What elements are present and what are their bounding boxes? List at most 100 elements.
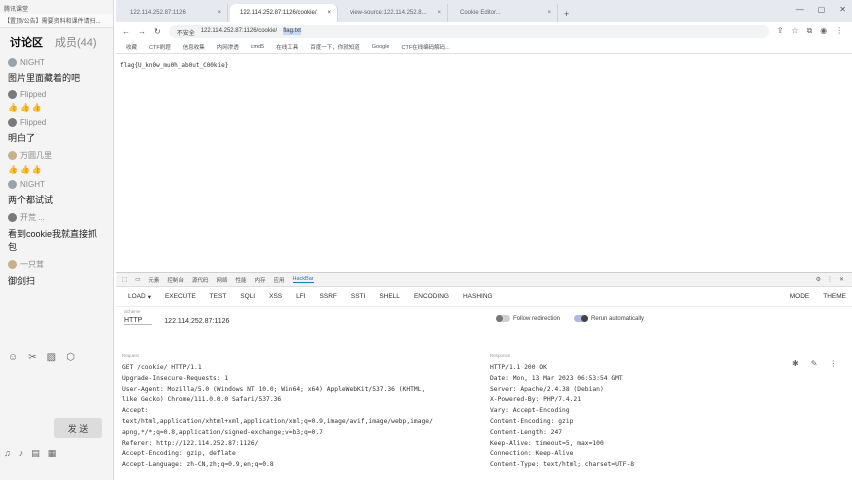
maximize-icon[interactable]: ▢ bbox=[818, 5, 826, 14]
bookmark-item[interactable]: CTF在线编码解码... bbox=[401, 43, 449, 51]
tab-console[interactable]: 控制台 bbox=[167, 276, 184, 284]
hackbar-xss[interactable]: XSS bbox=[269, 293, 282, 300]
browser-tab-active[interactable]: 122.114.252.87:1126/cookie/ × bbox=[230, 4, 338, 22]
bookmark-item[interactable]: CTF刷题 bbox=[149, 43, 171, 51]
request-line: Accept-Encoding: gzip, deflate bbox=[122, 450, 236, 458]
hackbar-test[interactable]: TEST bbox=[210, 293, 227, 300]
bookmark-item[interactable]: 收藏 bbox=[126, 43, 137, 51]
insecure-badge[interactable]: 不安全 bbox=[177, 28, 195, 37]
new-tab-button[interactable]: + bbox=[560, 9, 573, 22]
bookmark-item[interactable]: 内网渗透 bbox=[217, 43, 239, 51]
avatar bbox=[8, 58, 17, 67]
close-icon[interactable]: ✕ bbox=[839, 276, 844, 283]
screen: 腾讯课堂 【置顶/公告】需要资料和课件请扫... 讨论区 成员(44) NIGH… bbox=[0, 0, 852, 480]
hackbar-hashing[interactable]: HASHING bbox=[463, 293, 493, 300]
menu-icon[interactable]: ⋮ bbox=[835, 26, 843, 36]
tab-hackbar[interactable]: HackBar bbox=[292, 276, 314, 283]
close-icon[interactable]: × bbox=[217, 10, 221, 22]
lightbulb-icon[interactable]: ✱ bbox=[792, 359, 799, 368]
profile-icon[interactable]: ◉ bbox=[820, 26, 827, 36]
bookmark-item[interactable]: 百度一下，你就知道 bbox=[310, 43, 360, 51]
back-icon[interactable]: ← bbox=[122, 27, 130, 36]
minimize-icon[interactable]: — bbox=[796, 5, 804, 14]
tab-network[interactable]: 网络 bbox=[216, 276, 227, 284]
tab-application[interactable]: 应用 bbox=[274, 276, 285, 284]
document-icon[interactable]: ▤ bbox=[31, 448, 40, 459]
browser-tab[interactable]: Cookie Editor... × bbox=[450, 4, 558, 22]
tab-elements[interactable]: 元素 bbox=[148, 276, 159, 284]
chat-tabs: 讨论区 成员(44) bbox=[0, 28, 113, 52]
chat-message: 一只茸 御剑扫 bbox=[8, 259, 105, 287]
close-icon[interactable]: × bbox=[327, 10, 331, 22]
url-input[interactable]: 122.114.252.87:1126 bbox=[164, 318, 229, 325]
response-line: Content-Length: 247 bbox=[490, 428, 563, 436]
tab-discussion[interactable]: 讨论区 bbox=[10, 34, 43, 50]
tab-title: view-source:122.114.252.8... bbox=[350, 10, 427, 16]
response-line: X-Powered-By: PHP/7.4.21 bbox=[490, 396, 581, 404]
message-text: 图片里面藏着的吧 bbox=[8, 73, 81, 83]
toggle-switch[interactable] bbox=[496, 315, 510, 322]
follow-redirect-toggle[interactable]: Follow redirection bbox=[496, 315, 560, 322]
avatar bbox=[8, 90, 17, 99]
grid-icon[interactable]: ▦ bbox=[48, 448, 57, 459]
extensions-icon[interactable]: ⧉ bbox=[807, 26, 813, 36]
bug-icon[interactable]: ✎ bbox=[811, 359, 818, 368]
rerun-toggle[interactable]: Rerun automatically bbox=[574, 315, 644, 322]
hackbar-mode[interactable]: MODE bbox=[790, 293, 810, 300]
address-bar[interactable]: 不安全 122.114.252.87:1126/cookie/ flag.txt bbox=[168, 24, 769, 38]
toggle-label: Rerun automatically bbox=[591, 316, 645, 323]
hackbar-sqli[interactable]: SQLI bbox=[240, 293, 255, 300]
toggle-switch[interactable] bbox=[574, 315, 589, 322]
tab-performance[interactable]: 性能 bbox=[235, 276, 246, 284]
devtools-tabs: ⬚ ▭ 元素 控制台 源代码 网络 性能 内存 应用 HackBar ⚙ ⋮ ✕ bbox=[116, 273, 852, 287]
settings-icon[interactable]: ⚙ bbox=[816, 276, 821, 283]
avatar bbox=[8, 213, 17, 222]
message-text: 御剑扫 bbox=[8, 276, 36, 286]
tab-memory[interactable]: 内存 bbox=[254, 276, 265, 284]
send-button[interactable]: 发 送 bbox=[54, 418, 102, 438]
star-icon[interactable]: ☆ bbox=[791, 26, 798, 36]
request-line: Accept: bbox=[122, 407, 149, 415]
hackbar-ssrf[interactable]: SSRF bbox=[320, 293, 337, 300]
forward-icon[interactable]: → bbox=[138, 27, 146, 36]
hackbar-ssti[interactable]: SSTI bbox=[351, 293, 365, 300]
devtools-panel: ⬚ ▭ 元素 控制台 源代码 网络 性能 内存 应用 HackBar ⚙ ⋮ ✕… bbox=[116, 272, 852, 480]
image-icon[interactable]: ▨ bbox=[47, 352, 56, 363]
hackbar-encoding[interactable]: ENCODING bbox=[414, 293, 449, 300]
tab-sources[interactable]: 源代码 bbox=[192, 276, 209, 284]
bookmarks-bar: 收藏 CTF刷题 信息收集 内网渗透 cmd5 在线工具 百度一下，你就知道 G… bbox=[116, 40, 852, 54]
bookmark-item[interactable]: 在线工具 bbox=[276, 43, 298, 51]
chat-toolbar: ☺ ✂ ▨ ⬡ bbox=[8, 352, 75, 363]
hackbar-theme[interactable]: THEME bbox=[823, 293, 846, 300]
close-icon[interactable]: × bbox=[547, 10, 551, 22]
emoji-icon[interactable]: ☺ bbox=[8, 352, 18, 363]
tab-members[interactable]: 成员(44) bbox=[55, 34, 97, 50]
settings-icon[interactable]: ⬡ bbox=[66, 352, 75, 363]
bookmark-item[interactable]: cmd5 bbox=[251, 44, 264, 50]
request-editor[interactable]: GET /cookie/ HTTP/1.1 Upgrade-Insecure-Re… bbox=[122, 363, 482, 480]
hackbar-lfi[interactable]: LFI bbox=[296, 293, 305, 300]
scissors-icon[interactable]: ✂ bbox=[28, 352, 36, 363]
note-icon[interactable]: ♪ bbox=[19, 448, 24, 459]
device-icon[interactable]: ▭ bbox=[135, 277, 140, 283]
browser-tab[interactable]: 122.114.252.87:1126 × bbox=[120, 4, 228, 22]
hackbar-execute[interactable]: EXECUTE bbox=[165, 293, 196, 300]
response-actions: ✱ ✎ ⋮ bbox=[792, 359, 837, 368]
inspect-icon[interactable]: ⬚ bbox=[122, 277, 127, 283]
hackbar-shell[interactable]: SHELL bbox=[379, 293, 400, 300]
share-icon[interactable]: ⇪ bbox=[777, 26, 784, 36]
browser-tab[interactable]: view-source:122.114.252.8... × bbox=[340, 4, 448, 22]
close-icon[interactable]: × bbox=[437, 10, 441, 22]
hackbar-load[interactable]: LOAD bbox=[128, 293, 146, 300]
more-icon[interactable]: ⋮ bbox=[829, 359, 837, 368]
scheme-select[interactable]: HTTP bbox=[124, 317, 153, 325]
bookmark-item[interactable]: 信息收集 bbox=[183, 43, 205, 51]
reload-icon[interactable]: ↻ bbox=[154, 27, 161, 36]
music-icon[interactable]: ♫ bbox=[4, 448, 11, 459]
close-window-icon[interactable]: ✕ bbox=[839, 5, 846, 14]
more-icon[interactable]: ⋮ bbox=[827, 276, 833, 283]
response-line: Connection: Keep-Alive bbox=[490, 450, 574, 458]
chat-pinned-notice[interactable]: 【置顶/公告】需要资料和课件请扫... bbox=[0, 14, 113, 28]
bookmark-item[interactable]: Google bbox=[372, 44, 390, 50]
chevron-down-icon[interactable]: ▾ bbox=[148, 293, 151, 301]
